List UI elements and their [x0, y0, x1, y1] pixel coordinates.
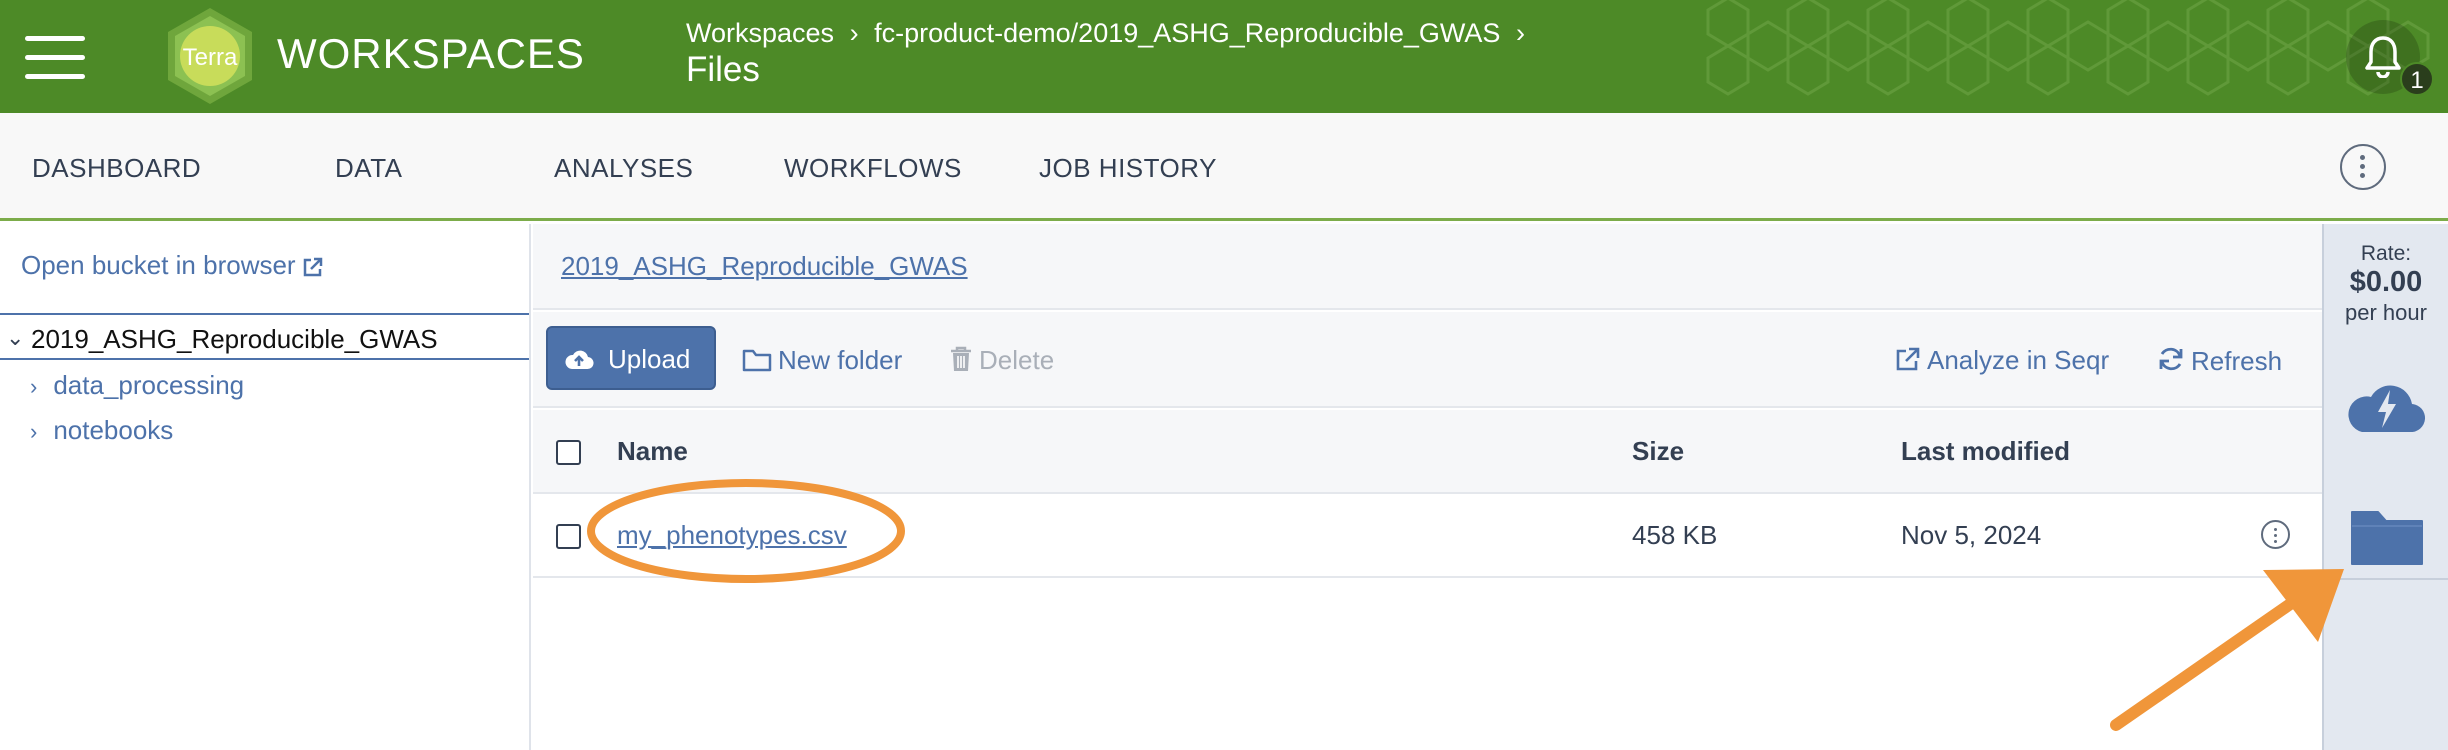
cloud-lightning-icon	[2348, 385, 2426, 433]
cloud-environment-rail: Rate: $0.00 per hour	[2322, 224, 2448, 750]
tree-root-label: 2019_ASHG_Reproducible_GWAS	[31, 324, 438, 354]
workspace-menu-kebab-icon[interactable]	[2340, 144, 2386, 190]
chevron-down-icon[interactable]: ⌄	[6, 325, 24, 351]
select-all-checkbox[interactable]	[556, 440, 581, 465]
refresh-icon	[2159, 347, 2183, 371]
external-link-icon	[303, 257, 322, 277]
tree-folder-data-processing[interactable]: › data_processing	[30, 370, 244, 401]
rate-value: $0.00	[2349, 266, 2423, 298]
refresh-label: Refresh	[2191, 346, 2283, 376]
external-link-icon	[1896, 347, 1920, 371]
row-checkbox[interactable]	[556, 524, 581, 549]
file-size-cell: 458 KB	[1632, 520, 1718, 550]
analyze-in-seqr-button[interactable]: Analyze in Seqr	[1895, 345, 2109, 376]
breadcrumb-separator: ›	[849, 18, 859, 48]
upload-button[interactable]: Upload	[546, 326, 716, 390]
tab-workflows[interactable]: WORKFLOWS	[784, 153, 962, 184]
tab-analyses[interactable]: ANALYSES	[554, 153, 693, 184]
logo-text: Terra	[183, 44, 238, 71]
tree-folder-notebooks[interactable]: › notebooks	[30, 415, 173, 446]
open-bucket-link[interactable]: Open bucket in browser	[21, 250, 324, 281]
tree-root-folder[interactable]: ⌄ 2019_ASHG_Reproducible_GWAS	[0, 313, 529, 360]
file-modified-cell: Nov 5, 2024	[1901, 520, 2042, 550]
row-menu-kebab-icon[interactable]	[2261, 520, 2290, 549]
brand-title[interactable]: WORKSPACES	[277, 30, 585, 78]
cloud-upload-icon	[565, 350, 594, 370]
page-title: Files	[686, 50, 760, 89]
file-browser: 2019_ASHG_Reproducible_GWAS Upload New f…	[533, 224, 2322, 750]
terra-logo[interactable]: Terra	[160, 6, 260, 106]
new-folder-label: New folder	[778, 345, 903, 375]
column-last-modified[interactable]: Last modified	[1901, 436, 2070, 467]
bucket-tree-panel: Open bucket in browser ⌄ 2019_ASHG_Repro…	[0, 224, 531, 750]
file-toolbar: Upload New folder Delete Analyze in Seqr…	[533, 312, 2322, 408]
menu-icon[interactable]	[25, 36, 85, 80]
new-folder-button[interactable]: New folder	[742, 345, 902, 376]
tab-dashboard[interactable]: DASHBOARD	[32, 153, 201, 184]
path-bar: 2019_ASHG_Reproducible_GWAS	[533, 224, 2322, 310]
path-breadcrumb-root[interactable]: 2019_ASHG_Reproducible_GWAS	[561, 251, 968, 282]
files-panel-button[interactable]	[2344, 502, 2428, 572]
breadcrumb: Workspaces › fc-product-demo/2019_ASHG_R…	[686, 18, 1533, 49]
rail-divider	[2324, 578, 2448, 580]
breadcrumb-workspace-name[interactable]: fc-product-demo/2019_ASHG_Reproducible_G…	[874, 18, 1500, 48]
breadcrumb-separator: ›	[1515, 18, 1525, 48]
chevron-right-icon[interactable]: ›	[30, 374, 37, 399]
cloud-environment-button[interactable]	[2344, 370, 2428, 440]
rate-unit: per hour	[2345, 300, 2427, 325]
folder-icon	[2351, 511, 2423, 565]
refresh-button[interactable]: Refresh	[2157, 345, 2282, 377]
folder-icon	[742, 349, 772, 372]
open-bucket-label: Open bucket in browser	[21, 250, 296, 280]
notification-badge: 1	[2400, 62, 2434, 96]
tab-job-history[interactable]: JOB HISTORY	[1039, 153, 1217, 184]
breadcrumb-workspaces[interactable]: Workspaces	[686, 18, 834, 48]
column-size[interactable]: Size	[1632, 436, 1684, 467]
workspace-tabs: DASHBOARD DATA ANALYSES WORKFLOWS JOB HI…	[0, 113, 2448, 221]
top-header: Terra WORKSPACES Workspaces › fc-product…	[0, 0, 2448, 113]
file-link[interactable]: my_phenotypes.csv	[617, 520, 847, 550]
tree-folder-label: notebooks	[53, 415, 174, 445]
tab-data[interactable]: DATA	[335, 153, 402, 184]
chevron-right-icon[interactable]: ›	[30, 419, 37, 444]
delete-button[interactable]: Delete	[949, 345, 1054, 376]
delete-label: Delete	[979, 345, 1055, 375]
file-name-cell: my_phenotypes.csv	[617, 520, 847, 551]
hexagon-pattern	[1706, 0, 2430, 96]
bell-icon	[2365, 36, 2401, 78]
analyze-label: Analyze in Seqr	[1927, 345, 2110, 375]
upload-label: Upload	[608, 344, 691, 374]
column-name[interactable]: Name	[617, 436, 688, 467]
trash-icon	[951, 346, 971, 371]
table-row: my_phenotypes.csv 458 KB Nov 5, 2024	[533, 494, 2322, 578]
file-table-header: Name Size Last modified	[533, 410, 2322, 494]
rate-label: Rate:	[2360, 242, 2412, 265]
tree-folder-label: data_processing	[53, 370, 245, 400]
